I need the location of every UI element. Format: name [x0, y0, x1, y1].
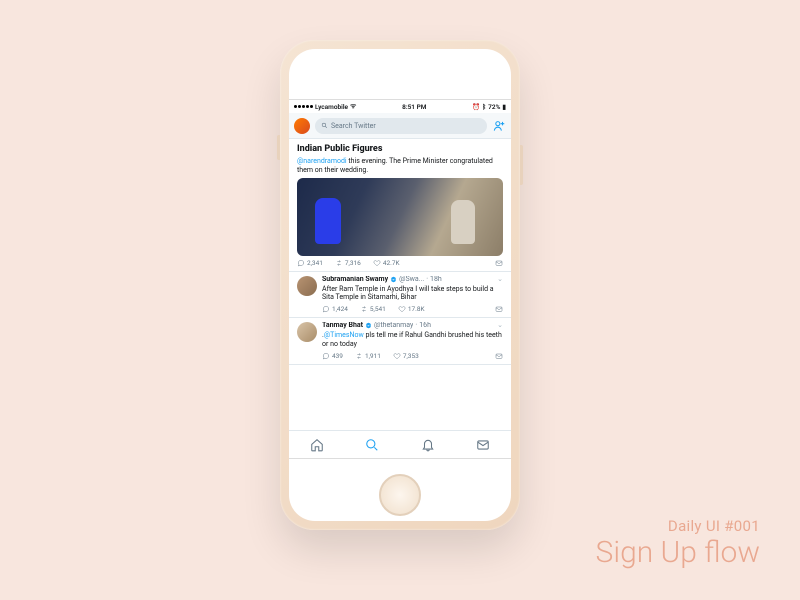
reply-icon	[297, 259, 305, 267]
profile-avatar[interactable]	[294, 118, 310, 134]
retweet-icon	[335, 259, 343, 267]
canvas-caption: Daily UI #001 Sign Up flow	[596, 517, 760, 570]
retweet-button[interactable]: 7,316	[335, 259, 361, 267]
like-button[interactable]: 42.7K	[373, 259, 400, 267]
tweet-image[interactable]	[297, 178, 503, 256]
feed[interactable]: @narendramodi this evening. The Prime Mi…	[289, 157, 511, 365]
tweet-time: 18h	[430, 276, 442, 283]
like-button[interactable]: 7,353	[393, 352, 419, 360]
heart-icon	[393, 352, 401, 360]
verified-icon	[390, 276, 397, 283]
tweet-item[interactable]: @narendramodi this evening. The Prime Mi…	[289, 157, 511, 272]
like-button[interactable]: 17.8K	[398, 305, 425, 313]
wifi-icon: ᯤ	[350, 102, 356, 111]
caption-big: Sign Up flow	[596, 535, 760, 570]
retweet-icon	[360, 305, 368, 313]
nav-notifications[interactable]	[400, 431, 456, 458]
retweet-button[interactable]: 1,911	[355, 352, 381, 360]
bluetooth-icon: ᛒ	[482, 103, 486, 111]
reply-icon	[322, 305, 330, 313]
status-bar: Lycamobile ᯤ 8:51 PM ⏰ ᛒ 72% ▮	[289, 100, 511, 113]
tweet-actions: 1,424 5,541 17.8K	[322, 305, 503, 313]
tweet-text: After Ram Temple in Ayodhya I will take …	[322, 285, 503, 303]
mention-link[interactable]: @TimesNow	[324, 331, 364, 339]
search-header: Search Twitter	[289, 113, 511, 139]
bottom-nav	[289, 430, 511, 458]
tweet-avatar[interactable]	[297, 276, 317, 296]
section-title: Indian Public Figures	[289, 139, 511, 157]
tweet-avatar[interactable]	[297, 322, 317, 342]
phone-frame: Lycamobile ᯤ 8:51 PM ⏰ ᛒ 72% ▮ Search Tw…	[280, 40, 520, 530]
tweet-handle: @thetanmay	[374, 322, 413, 329]
heart-icon	[398, 305, 406, 313]
search-placeholder: Search Twitter	[331, 122, 376, 130]
tweet-item[interactable]: Subramanian Swamy @Swa... · 18h ⌄ After …	[289, 272, 511, 319]
tweet-time: 16h	[419, 322, 431, 329]
search-input[interactable]: Search Twitter	[315, 118, 487, 134]
heart-icon	[373, 259, 381, 267]
tweet-text: @narendramodi this evening. The Prime Mi…	[297, 157, 503, 175]
reply-button[interactable]: 439	[322, 352, 343, 360]
signal-icon	[294, 105, 313, 108]
search-icon	[365, 438, 379, 452]
share-icon[interactable]	[495, 352, 503, 360]
carrier-label: Lycamobile	[315, 103, 348, 111]
nav-search[interactable]	[345, 431, 401, 458]
battery-icon: ▮	[502, 103, 506, 111]
home-button[interactable]	[379, 474, 421, 516]
battery-label: 72%	[488, 103, 500, 111]
tweet-item[interactable]: Tanmay Bhat @thetanmay · 16h ⌄ .@TimesNo…	[289, 318, 511, 365]
add-user-icon[interactable]	[492, 119, 506, 133]
tweet-author[interactable]: Tanmay Bhat	[322, 322, 363, 329]
caption-small: Daily UI #001	[596, 517, 760, 535]
clock: 8:51 PM	[402, 103, 426, 111]
reply-button[interactable]: 2,341	[297, 259, 323, 267]
share-icon[interactable]	[495, 259, 503, 267]
chevron-down-icon[interactable]: ⌄	[497, 276, 503, 283]
retweet-button[interactable]: 5,541	[360, 305, 386, 313]
verified-icon	[365, 322, 372, 329]
tweet-text: .@TimesNow pls tell me if Rahul Gandhi b…	[322, 331, 503, 349]
chevron-down-icon[interactable]: ⌄	[497, 322, 503, 329]
reply-button[interactable]: 1,424	[322, 305, 348, 313]
reply-icon	[322, 352, 330, 360]
alarm-icon: ⏰	[472, 103, 480, 111]
nav-home[interactable]	[289, 431, 345, 458]
tweet-handle: @Swa...	[399, 276, 424, 283]
tweet-actions: 2,341 7,316 42.7K	[297, 259, 503, 267]
nav-messages[interactable]	[456, 431, 512, 458]
tweet-author[interactable]: Subramanian Swamy	[322, 276, 388, 283]
home-icon	[310, 438, 324, 452]
mention-link[interactable]: @narendramodi	[297, 157, 347, 165]
app-screen: Lycamobile ᯤ 8:51 PM ⏰ ᛒ 72% ▮ Search Tw…	[289, 99, 511, 459]
mail-icon	[476, 438, 490, 452]
tweet-actions: 439 1,911 7,353	[322, 352, 503, 360]
search-icon	[321, 122, 328, 129]
share-icon[interactable]	[495, 305, 503, 313]
bell-icon	[421, 438, 435, 452]
retweet-icon	[355, 352, 363, 360]
